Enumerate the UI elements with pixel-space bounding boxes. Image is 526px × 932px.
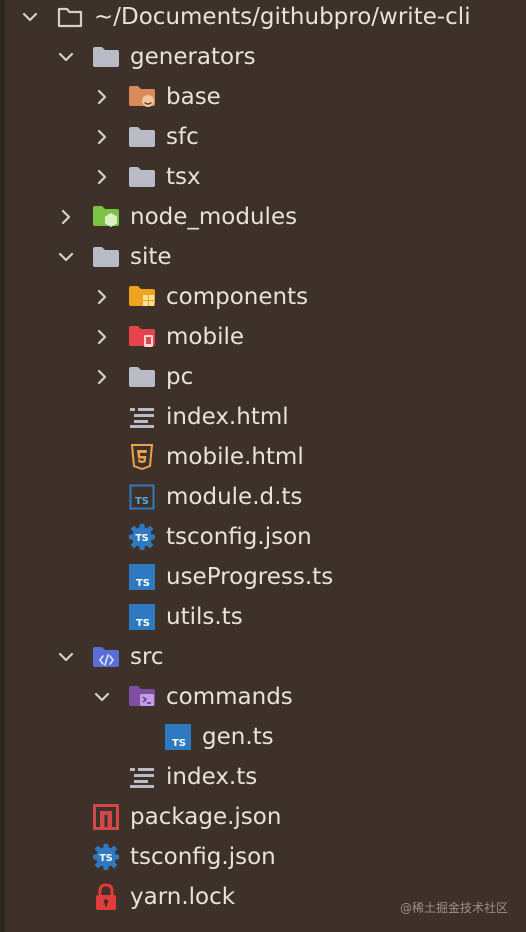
tree-item-mobile[interactable]: mobile: [0, 317, 526, 357]
typescript-icon: TS: [164, 723, 192, 751]
tree-item-label: tsconfig.json: [130, 844, 276, 870]
folder-icon: [128, 363, 156, 391]
folder-commands-icon: [128, 683, 156, 711]
tree-item-commands[interactable]: commands: [0, 677, 526, 717]
npm-icon: [92, 803, 120, 831]
tree-item-label: gen.ts: [202, 724, 274, 750]
typescript-icon: TS: [128, 603, 156, 631]
chevron-down-icon[interactable]: [56, 247, 76, 267]
tree-item-label: mobile.html: [166, 444, 304, 470]
typescript-icon: TS: [128, 563, 156, 591]
svg-text:TS: TS: [136, 618, 150, 629]
svg-text:TS: TS: [172, 738, 186, 749]
tree-item-label: pc: [166, 364, 194, 390]
chevron-down-icon[interactable]: [92, 687, 112, 707]
folder-src-icon: [92, 643, 120, 671]
tree-item-site[interactable]: site: [0, 237, 526, 277]
tree-item-label: package.json: [130, 804, 282, 830]
tree-item-label: src: [130, 644, 164, 670]
chevron-right-icon[interactable]: [92, 167, 112, 187]
svg-text:TS: TS: [99, 853, 112, 864]
tree-item-sfc[interactable]: sfc: [0, 117, 526, 157]
svg-text:TS: TS: [135, 496, 149, 507]
folder-base-icon: [128, 83, 156, 111]
tree-item-label: index.ts: [166, 764, 258, 790]
chevron-down-icon[interactable]: [20, 7, 40, 27]
lock-icon: [92, 883, 120, 911]
tree-item-label: module.d.ts: [166, 484, 303, 510]
tree-item-useprogress-ts[interactable]: TS useProgress.ts: [0, 557, 526, 597]
chevron-down-icon[interactable]: [56, 47, 76, 67]
tree-item-index-html[interactable]: index.html: [0, 397, 526, 437]
tree-item-label: commands: [166, 684, 293, 710]
tree-item-components[interactable]: components: [0, 277, 526, 317]
chevron-down-icon[interactable]: [56, 647, 76, 667]
html-lines-icon: [128, 403, 156, 431]
chevron-right-icon[interactable]: [56, 207, 76, 227]
tsconfig-icon: TS: [92, 843, 120, 871]
index-lines-icon: [128, 763, 156, 791]
tree-item-tsx[interactable]: tsx: [0, 157, 526, 197]
chevron-right-icon[interactable]: [92, 127, 112, 147]
tree-item-label: yarn.lock: [130, 884, 236, 910]
tree-root[interactable]: ~/Documents/githubpro/write-cli: [0, 0, 526, 37]
tree-item-label: mobile: [166, 324, 245, 350]
folder-icon: [92, 243, 120, 271]
chevron-right-icon[interactable]: [92, 87, 112, 107]
tree-item-generators[interactable]: generators: [0, 37, 526, 77]
tree-item-mobile-html[interactable]: mobile.html: [0, 437, 526, 477]
chevron-right-icon[interactable]: [92, 287, 112, 307]
tree-item-label: sfc: [166, 124, 199, 150]
tree-item-label: site: [130, 244, 172, 270]
svg-text:TS: TS: [136, 578, 150, 589]
tsconfig-icon: TS: [128, 523, 156, 551]
svg-text:TS: TS: [135, 533, 148, 544]
folder-icon: [92, 43, 120, 71]
tree-item-label: components: [166, 284, 309, 310]
tree-item-label: tsx: [166, 164, 201, 190]
tree-item-utils-ts[interactable]: TS utils.ts: [0, 597, 526, 637]
tree-item-label: base: [166, 84, 221, 110]
tree-item-index-ts[interactable]: index.ts: [0, 757, 526, 797]
folder-icon: [128, 163, 156, 191]
tree-item-gen-ts[interactable]: TS gen.ts: [0, 717, 526, 757]
folder-outline-icon: [56, 3, 84, 31]
folder-components-icon: [128, 283, 156, 311]
tree-item-label: tsconfig.json: [166, 524, 312, 550]
tree-item-src[interactable]: src: [0, 637, 526, 677]
chevron-right-icon[interactable]: [92, 327, 112, 347]
html5-icon: [128, 443, 156, 471]
tree-item-module-d-ts[interactable]: TS module.d.ts: [0, 477, 526, 517]
typescript-def-icon: TS: [128, 483, 156, 511]
tree-item-node-modules[interactable]: node_modules: [0, 197, 526, 237]
tree-item-label: index.html: [166, 404, 289, 430]
folder-mobile-icon: [128, 323, 156, 351]
tree-item-pc[interactable]: pc: [0, 357, 526, 397]
tree-item-root-tsconfig[interactable]: TS tsconfig.json: [0, 837, 526, 877]
folder-node-icon: [92, 203, 120, 231]
tree-item-label: node_modules: [130, 204, 298, 230]
tree-item-package-json[interactable]: package.json: [0, 797, 526, 837]
folder-icon: [128, 123, 156, 151]
tree-root-label: ~/Documents/githubpro/write-cli: [94, 4, 471, 30]
watermark: @稀土掘金技术社区: [399, 901, 508, 915]
tree-item-base[interactable]: base: [0, 77, 526, 117]
tree-item-label: utils.ts: [166, 604, 243, 630]
tree-item-site-tsconfig[interactable]: TS tsconfig.json: [0, 517, 526, 557]
tree-item-label: generators: [130, 44, 256, 70]
tree-item-label: useProgress.ts: [166, 564, 334, 590]
chevron-right-icon[interactable]: [92, 367, 112, 387]
